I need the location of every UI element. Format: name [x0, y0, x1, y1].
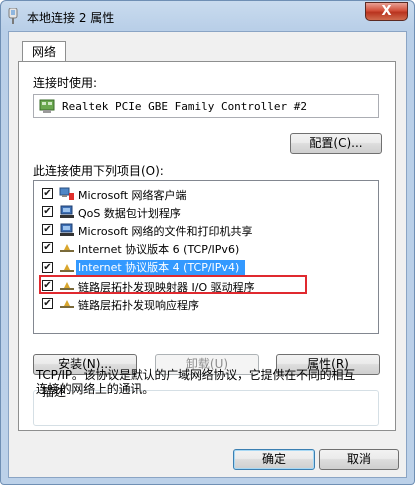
description-text: TCP/IP。该协议是默认的广域网络协议，它提供在不同的相互连接的网络上的通讯。 — [36, 368, 356, 396]
item-label: QoS 数据包计划程序 — [78, 207, 181, 220]
dialog-client: 网络 连接时使用: Realtek PCIe GBE Family Contro… — [8, 31, 407, 478]
tab-network[interactable]: 网络 — [22, 41, 66, 62]
close-icon: X — [381, 4, 392, 19]
cancel-button[interactable]: 取消 — [319, 449, 399, 470]
configure-button-label: 配置(C)... — [309, 136, 363, 150]
item-label: Internet 协议版本 6 (TCP/IPv6) — [78, 243, 240, 256]
qos-scheduler-icon — [60, 205, 74, 218]
list-item[interactable]: ✔ Microsoft 网络的文件和打印机共享 — [34, 221, 374, 239]
network-client-icon — [59, 187, 74, 200]
network-connection-icon — [8, 8, 18, 24]
list-item[interactable]: ✔ Microsoft 网络客户端 — [34, 185, 374, 203]
protocol-icon — [60, 244, 74, 252]
configure-button[interactable]: 配置(C)... — [290, 133, 382, 154]
window-title: 本地连接 2 属性 — [27, 11, 115, 25]
title-bar[interactable]: 本地连接 2 属性 X — [1, 1, 414, 31]
ok-button[interactable]: 确定 — [233, 449, 315, 470]
protocol-icon — [60, 300, 74, 308]
network-adapter-icon — [39, 99, 55, 113]
adapter-name: Realtek PCIe GBE Family Controller #2 — [62, 100, 308, 113]
checkbox[interactable]: ✔ — [42, 188, 53, 199]
ok-button-label: 确定 — [261, 452, 286, 466]
connect-using-label: 连接时使用: — [33, 76, 98, 90]
item-label: Internet 协议版本 4 (TCP/IPv4) — [76, 260, 246, 275]
checkbox[interactable]: ✔ — [42, 262, 53, 273]
list-item[interactable]: ✔ 链路层拓扑发现响应程序 — [34, 295, 374, 313]
adapter-field: Realtek PCIe GBE Family Controller #2 — [33, 94, 379, 118]
item-label: 链路层拓扑发现响应程序 — [78, 299, 199, 312]
checkbox[interactable]: ✔ — [42, 224, 53, 235]
file-printer-sharing-icon — [60, 223, 74, 236]
checkbox[interactable]: ✔ — [42, 298, 53, 309]
list-item[interactable]: ✔ QoS 数据包计划程序 — [34, 203, 374, 221]
items-label: 此连接使用下列项目(O): — [33, 164, 164, 178]
item-label: Microsoft 网络的文件和打印机共享 — [78, 225, 253, 238]
protocol-icon — [60, 264, 74, 272]
highlight-annotation — [39, 275, 307, 294]
checkbox[interactable]: ✔ — [42, 242, 53, 253]
checkbox[interactable]: ✔ — [42, 206, 53, 217]
list-item[interactable]: ✔ Internet 协议版本 6 (TCP/IPv6) — [34, 239, 374, 257]
cancel-button-label: 取消 — [346, 452, 371, 466]
properties-window: 本地连接 2 属性 X 网络 连接时使用: Realtek PCIe GBE F… — [0, 0, 415, 485]
components-list[interactable]: ✔ Microsoft 网络客户端 ✔ QoS 数据包计划程序 ✔ Micros… — [33, 180, 379, 334]
close-button[interactable]: X — [365, 2, 408, 21]
item-label: Microsoft 网络客户端 — [78, 189, 187, 202]
